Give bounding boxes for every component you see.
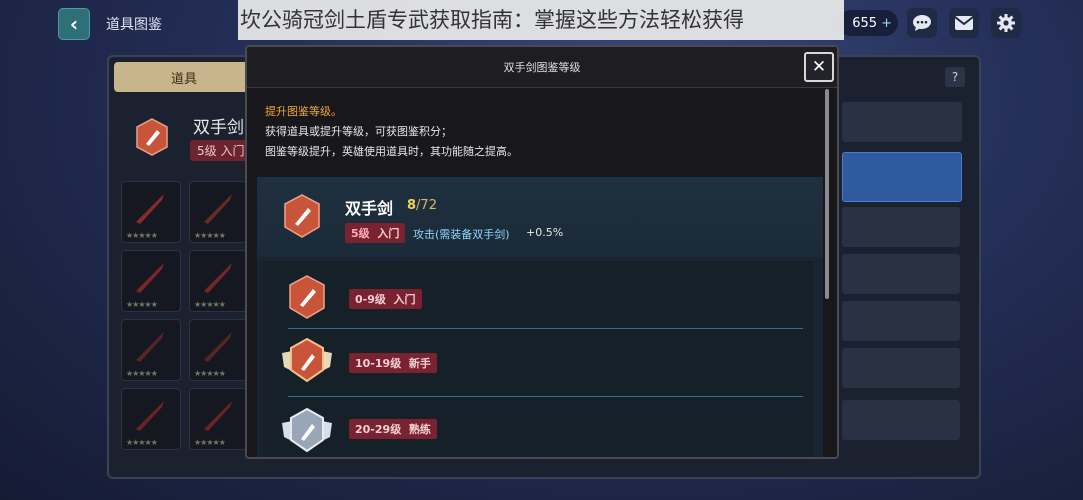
category-row[interactable] — [842, 301, 960, 341]
star-rating: ★★★★★ — [194, 231, 226, 240]
tier-unit: 级 — [390, 357, 402, 370]
category-row[interactable] — [842, 400, 960, 440]
currency-counter[interactable]: 655 + — [838, 10, 898, 36]
tier-unit: 级 — [374, 293, 386, 306]
sword-icon — [136, 401, 164, 431]
winged-shield-icon — [282, 337, 332, 383]
category-row[interactable] — [842, 254, 960, 294]
tier-name: 新手 — [408, 357, 431, 370]
weapon-summary: 双手剑 8/72 5级 入门 攻击(需装备双手剑) +0.5% — [257, 177, 823, 257]
chat-icon[interactable] — [907, 8, 937, 38]
category-row[interactable] — [842, 102, 962, 142]
inventory-slot[interactable]: ★★★★★ — [189, 388, 249, 450]
category-row[interactable] — [842, 207, 960, 247]
category-row[interactable] — [842, 348, 960, 388]
article-title-banner: 坎公骑冠剑土盾专武获取指南：掌握这些方法轻松获得 — [238, 0, 844, 40]
collection-level-dialog: 双手剑图鉴等级 ✕ 提升图鉴等级。 获得道具或提升等级，可获图鉴积分； 图鉴等级… — [245, 45, 839, 459]
sword-icon — [204, 263, 232, 293]
tier-name: 入门 — [393, 293, 416, 306]
sword-icon — [136, 332, 164, 362]
info-line: 获得道具或提升等级，可获图鉴积分； — [265, 125, 452, 138]
sword-icon — [136, 194, 164, 224]
category-row-selected[interactable] — [842, 152, 962, 202]
tier-range: 10-19 — [355, 357, 391, 370]
tier-range: 0-9 — [355, 293, 375, 306]
tier-badge: 0-9级 入门 — [349, 289, 422, 309]
sword-icon — [204, 332, 232, 362]
currency-plus-button[interactable]: + — [881, 16, 892, 31]
tier-name: 熟练 — [408, 423, 431, 436]
dialog-title: 双手剑图鉴等级 — [503, 61, 581, 74]
back-button[interactable]: ‹ — [58, 8, 90, 40]
screen-title: 道具图鉴 — [106, 17, 162, 33]
tier-unit: 级 — [390, 423, 402, 436]
tier-list: 0-9级 入门 10-19级 新手 20-29级 熟练 — [263, 261, 813, 457]
currency-value: 655 — [852, 15, 878, 31]
inventory-slot[interactable]: ★★★★★ — [189, 181, 249, 243]
inventory-slot[interactable]: ★★★★★ — [121, 181, 181, 243]
tier-badge: 10-19级 新手 — [349, 353, 437, 373]
star-rating: ★★★★★ — [126, 300, 158, 309]
level-name: 入门 — [377, 227, 400, 240]
weapon-effect: 攻击(需装备双手剑) — [413, 228, 510, 241]
weapon-name: 双手剑 — [345, 199, 394, 218]
weapon-level-badge: 5级 入门 — [345, 223, 406, 243]
gear-icon[interactable] — [991, 8, 1021, 38]
help-button[interactable]: ? — [945, 67, 965, 87]
level-number: 5级 — [351, 227, 370, 240]
item-name: 双手剑 — [193, 118, 244, 138]
inventory-slot[interactable]: ★★★★★ — [121, 319, 181, 381]
tier-row: 10-19级 新手 — [263, 329, 813, 397]
count-current: 8 — [407, 198, 417, 213]
star-rating: ★★★★★ — [126, 438, 158, 447]
inventory-slot[interactable]: ★★★★★ — [121, 388, 181, 450]
inventory-slot[interactable]: ★★★★★ — [189, 319, 249, 381]
tier-badge: 20-29级 熟练 — [349, 419, 437, 439]
star-rating: ★★★★★ — [126, 369, 158, 378]
sword-icon — [204, 194, 232, 224]
silver-winged-shield-icon — [282, 407, 332, 453]
tier-shield-icon — [289, 275, 325, 319]
info-text: 提升图鉴等级。 获得道具或提升等级，可获图鉴积分； 图鉴等级提升，英雄使用道具时… — [265, 102, 518, 162]
sword-icon — [204, 401, 232, 431]
collection-content: 双手剑 8/72 5级 入门 攻击(需装备双手剑) +0.5% 0-9级 入门 — [257, 177, 823, 457]
close-button[interactable]: ✕ — [804, 52, 834, 82]
tab-items[interactable]: 道具 — [114, 62, 254, 92]
weapon-count: 8/72 — [407, 198, 437, 213]
star-rating: ★★★★★ — [194, 300, 226, 309]
two-handed-sword-shield-icon — [284, 194, 320, 238]
sword-icon — [136, 263, 164, 293]
inventory-slot[interactable]: ★★★★★ — [189, 250, 249, 312]
info-heading: 提升图鉴等级。 — [265, 105, 342, 118]
info-line: 图鉴等级提升，英雄使用道具时，其功能随之提高。 — [265, 145, 518, 158]
star-rating: ★★★★★ — [194, 438, 226, 447]
mail-icon[interactable] — [949, 8, 979, 38]
item-level-badge: 5级 入门 — [190, 140, 252, 161]
dialog-header: 双手剑图鉴等级 ✕ — [247, 47, 837, 88]
shield-icon — [136, 118, 168, 156]
scrollbar[interactable] — [825, 89, 829, 299]
star-rating: ★★★★★ — [126, 231, 158, 240]
weapon-bonus: +0.5% — [526, 226, 564, 239]
tier-range: 20-29 — [355, 423, 391, 436]
tier-row: 0-9级 入门 — [263, 261, 813, 329]
count-max: /72 — [416, 198, 437, 213]
tier-row: 20-29级 熟练 — [263, 397, 813, 457]
inventory-slot[interactable]: ★★★★★ — [121, 250, 181, 312]
star-rating: ★★★★★ — [194, 369, 226, 378]
